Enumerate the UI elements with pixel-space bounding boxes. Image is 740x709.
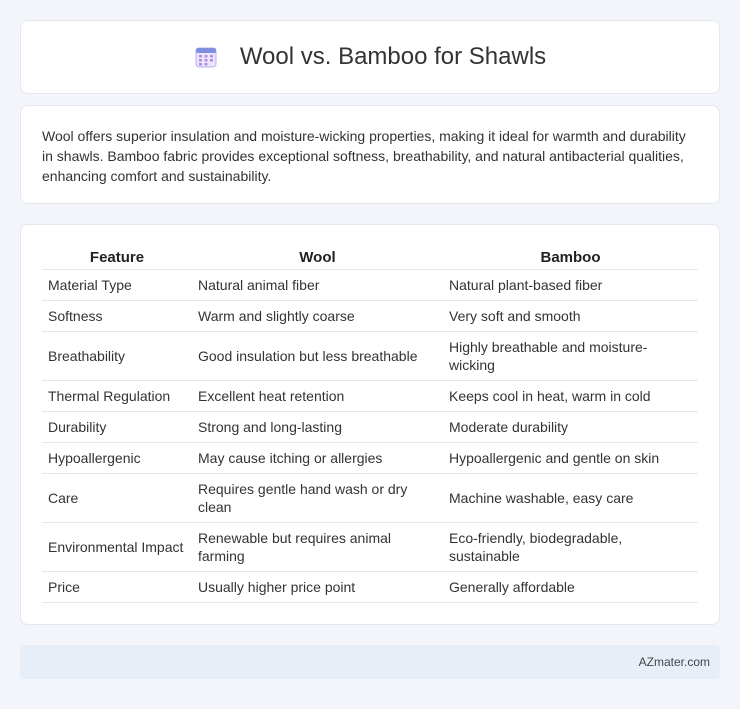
wool-cell: May cause itching or allergies <box>192 442 443 474</box>
feature-cell: Thermal Regulation <box>42 380 192 412</box>
wool-cell: Good insulation but less breathable <box>192 331 443 381</box>
page-title: Wool vs. Bamboo for Shawls <box>239 43 547 70</box>
wool-cell: Strong and long-lasting <box>192 411 443 443</box>
bamboo-cell: Keeps cool in heat, warm in cold <box>443 380 698 412</box>
header-feature: Feature <box>42 245 192 270</box>
feature-cell: Material Type <box>42 269 192 301</box>
feature-cell: Price <box>42 571 192 603</box>
feature-cell: Care <box>42 473 192 523</box>
bamboo-cell: Machine washable, easy care <box>443 473 698 523</box>
bamboo-cell: Generally affordable <box>443 571 698 603</box>
table-row: Thermal Regulation Excellent heat retent… <box>42 380 698 412</box>
table-header-row: Feature Wool Bamboo <box>42 245 698 270</box>
footer: AZmater.com <box>20 645 720 679</box>
table-row: Breathability Good insulation but less b… <box>42 331 698 381</box>
wool-cell: Excellent heat retention <box>192 380 443 412</box>
table-row: Hypoallergenic May cause itching or alle… <box>42 442 698 474</box>
bamboo-cell: Natural plant-based fiber <box>443 269 698 301</box>
feature-cell: Environmental Impact <box>42 522 192 572</box>
wool-cell: Usually higher price point <box>192 571 443 603</box>
bamboo-cell: Eco-friendly, biodegradable, sustainable <box>443 522 698 572</box>
bamboo-cell: Moderate durability <box>443 411 698 443</box>
header-bamboo: Bamboo <box>443 245 698 270</box>
comparison-table-card: Feature Wool Bamboo Material Type Natura… <box>20 224 720 625</box>
feature-cell: Softness <box>42 300 192 332</box>
wool-cell: Natural animal fiber <box>192 269 443 301</box>
bamboo-cell: Very soft and smooth <box>443 300 698 332</box>
summary-card: Wool offers superior insulation and mois… <box>20 105 720 204</box>
table-row: Softness Warm and slightly coarse Very s… <box>42 300 698 332</box>
feature-cell: Durability <box>42 411 192 443</box>
table-row: Durability Strong and long-lasting Moder… <box>42 411 698 443</box>
table-row: Price Usually higher price point General… <box>42 571 698 603</box>
wool-cell: Requires gentle hand wash or dry clean <box>192 473 443 523</box>
title-card: Wool vs. Bamboo for Shawls <box>20 20 720 94</box>
table-row: Material Type Natural animal fiber Natur… <box>42 269 698 301</box>
footer-brand: AZmater.com <box>638 655 710 669</box>
comparison-table: Feature Wool Bamboo Material Type Natura… <box>42 245 698 603</box>
wool-cell: Warm and slightly coarse <box>192 300 443 332</box>
bamboo-cell: Highly breathable and moisture-wicking <box>443 331 698 381</box>
wool-cell: Renewable but requires animal farming <box>192 522 443 572</box>
header-wool: Wool <box>192 245 443 270</box>
calendar-icon <box>194 45 218 69</box>
feature-cell: Hypoallergenic <box>42 442 192 474</box>
summary-text: Wool offers superior insulation and mois… <box>42 128 686 184</box>
bamboo-cell: Hypoallergenic and gentle on skin <box>443 442 698 474</box>
table-row: Environmental Impact Renewable but requi… <box>42 522 698 572</box>
feature-cell: Breathability <box>42 331 192 381</box>
table-row: Care Requires gentle hand wash or dry cl… <box>42 473 698 523</box>
